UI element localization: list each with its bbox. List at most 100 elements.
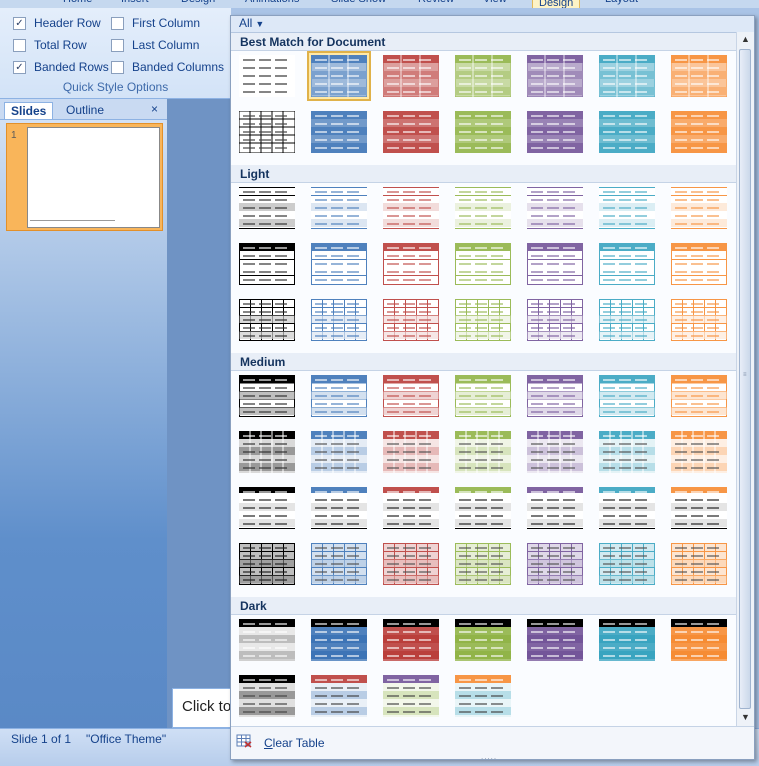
table-style-tile[interactable]: [525, 541, 585, 587]
table-style-tile[interactable]: [669, 297, 729, 343]
ribbon-tab[interactable]: Design: [181, 0, 215, 5]
table-style-tile[interactable]: [309, 241, 369, 287]
tab-outline[interactable]: Outline: [60, 102, 110, 118]
table-style-tile[interactable]: [309, 109, 369, 155]
table-style-tile[interactable]: [309, 429, 369, 475]
table-style-tile[interactable]: [597, 297, 657, 343]
table-style-tile[interactable]: [237, 109, 297, 155]
table-style-tile[interactable]: [309, 617, 369, 663]
table-style-tile[interactable]: [597, 541, 657, 587]
table-style-tile[interactable]: [237, 673, 297, 719]
table-style-tile[interactable]: [309, 541, 369, 587]
last-column-checkbox[interactable]: [111, 38, 124, 52]
table-style-tile[interactable]: [381, 185, 441, 231]
banded-columns-option[interactable]: Banded Columns: [111, 60, 224, 74]
table-style-tile[interactable]: [669, 485, 729, 531]
table-style-tile[interactable]: [381, 617, 441, 663]
table-style-tile[interactable]: [381, 297, 441, 343]
table-style-tile[interactable]: [309, 297, 369, 343]
table-style-tile[interactable]: [237, 429, 297, 475]
table-style-tile[interactable]: [237, 485, 297, 531]
table-style-tile[interactable]: [237, 185, 297, 231]
table-style-tile[interactable]: [381, 109, 441, 155]
table-style-tile[interactable]: [597, 429, 657, 475]
table-style-tile[interactable]: [381, 53, 441, 99]
table-style-tile[interactable]: [597, 373, 657, 419]
table-style-tile[interactable]: [381, 485, 441, 531]
table-style-tile[interactable]: [381, 373, 441, 419]
table-style-tile[interactable]: [381, 541, 441, 587]
scroll-down-icon[interactable]: ▼: [737, 712, 754, 722]
ribbon-tab[interactable]: Review: [418, 0, 454, 5]
first-column-option[interactable]: First Column: [111, 16, 200, 30]
table-style-tile[interactable]: [669, 53, 729, 99]
table-style-tile[interactable]: [237, 541, 297, 587]
table-style-tile[interactable]: [309, 185, 369, 231]
table-style-tile[interactable]: [381, 429, 441, 475]
table-style-tile[interactable]: [525, 109, 585, 155]
table-style-tile[interactable]: [669, 373, 729, 419]
table-style-tile[interactable]: [381, 673, 441, 719]
table-style-tile[interactable]: [453, 109, 513, 155]
tab-slides[interactable]: Slides: [4, 102, 54, 119]
clear-table-button[interactable]: Clear Table: [264, 736, 325, 750]
table-style-tile[interactable]: [669, 241, 729, 287]
table-style-tile[interactable]: [597, 617, 657, 663]
table-style-tile[interactable]: [309, 373, 369, 419]
table-style-tile[interactable]: [669, 185, 729, 231]
slide-thumbnail-frame[interactable]: 1: [6, 123, 163, 231]
ribbon-tab[interactable]: Home: [63, 0, 92, 5]
table-style-tile[interactable]: [453, 373, 513, 419]
table-style-tile[interactable]: [669, 617, 729, 663]
table-style-tile[interactable]: [669, 429, 729, 475]
table-style-tile[interactable]: [453, 673, 513, 719]
table-style-tile[interactable]: [669, 541, 729, 587]
table-style-tile[interactable]: [307, 51, 371, 101]
close-icon[interactable]: ×: [151, 102, 158, 116]
table-style-tile[interactable]: [237, 373, 297, 419]
ribbon-tab[interactable]: Slide Show: [331, 0, 386, 5]
table-style-tile[interactable]: [597, 241, 657, 287]
table-style-tile[interactable]: [237, 617, 297, 663]
ribbon-tab[interactable]: Animations: [245, 0, 299, 5]
table-style-tile[interactable]: [453, 429, 513, 475]
table-style-tile[interactable]: [237, 297, 297, 343]
table-style-tile[interactable]: [525, 185, 585, 231]
ribbon-tab[interactable]: Design: [532, 0, 581, 8]
resize-grip-icon[interactable]: .....: [481, 752, 497, 759]
ribbon-tab[interactable]: View: [483, 0, 507, 5]
table-style-tile[interactable]: [453, 485, 513, 531]
table-style-tile[interactable]: [525, 297, 585, 343]
ribbon-tab[interactable]: Layout: [605, 0, 638, 5]
header-row-option[interactable]: ✓ Header Row: [13, 16, 101, 30]
table-style-tile[interactable]: [597, 53, 657, 99]
table-style-tile[interactable]: [237, 53, 297, 99]
table-style-tile[interactable]: [237, 241, 297, 287]
table-style-tile[interactable]: [453, 241, 513, 287]
last-column-option[interactable]: Last Column: [111, 38, 199, 52]
scroll-up-icon[interactable]: ▲: [737, 34, 754, 44]
table-style-tile[interactable]: [525, 241, 585, 287]
header-row-checkbox[interactable]: ✓: [13, 16, 26, 30]
table-style-tile[interactable]: [525, 617, 585, 663]
table-style-tile[interactable]: [453, 53, 513, 99]
table-style-tile[interactable]: [525, 53, 585, 99]
filter-dropdown[interactable]: All ▼: [234, 16, 269, 31]
first-column-checkbox[interactable]: [111, 16, 124, 30]
table-style-tile[interactable]: [525, 373, 585, 419]
table-style-tile[interactable]: [309, 673, 369, 719]
banded-columns-checkbox[interactable]: [111, 60, 124, 74]
table-style-tile[interactable]: [453, 297, 513, 343]
table-style-tile[interactable]: [525, 429, 585, 475]
slide-thumbnail[interactable]: [27, 127, 160, 228]
ribbon-tab[interactable]: Insert: [121, 0, 149, 5]
total-row-option[interactable]: Total Row: [13, 38, 87, 52]
table-style-tile[interactable]: [597, 485, 657, 531]
table-style-tile[interactable]: [381, 241, 441, 287]
table-style-tile[interactable]: [525, 485, 585, 531]
table-style-tile[interactable]: [669, 109, 729, 155]
table-style-tile[interactable]: [453, 185, 513, 231]
scrollbar-thumb[interactable]: ≡: [739, 49, 751, 709]
table-style-tile[interactable]: [597, 109, 657, 155]
total-row-checkbox[interactable]: [13, 38, 26, 52]
